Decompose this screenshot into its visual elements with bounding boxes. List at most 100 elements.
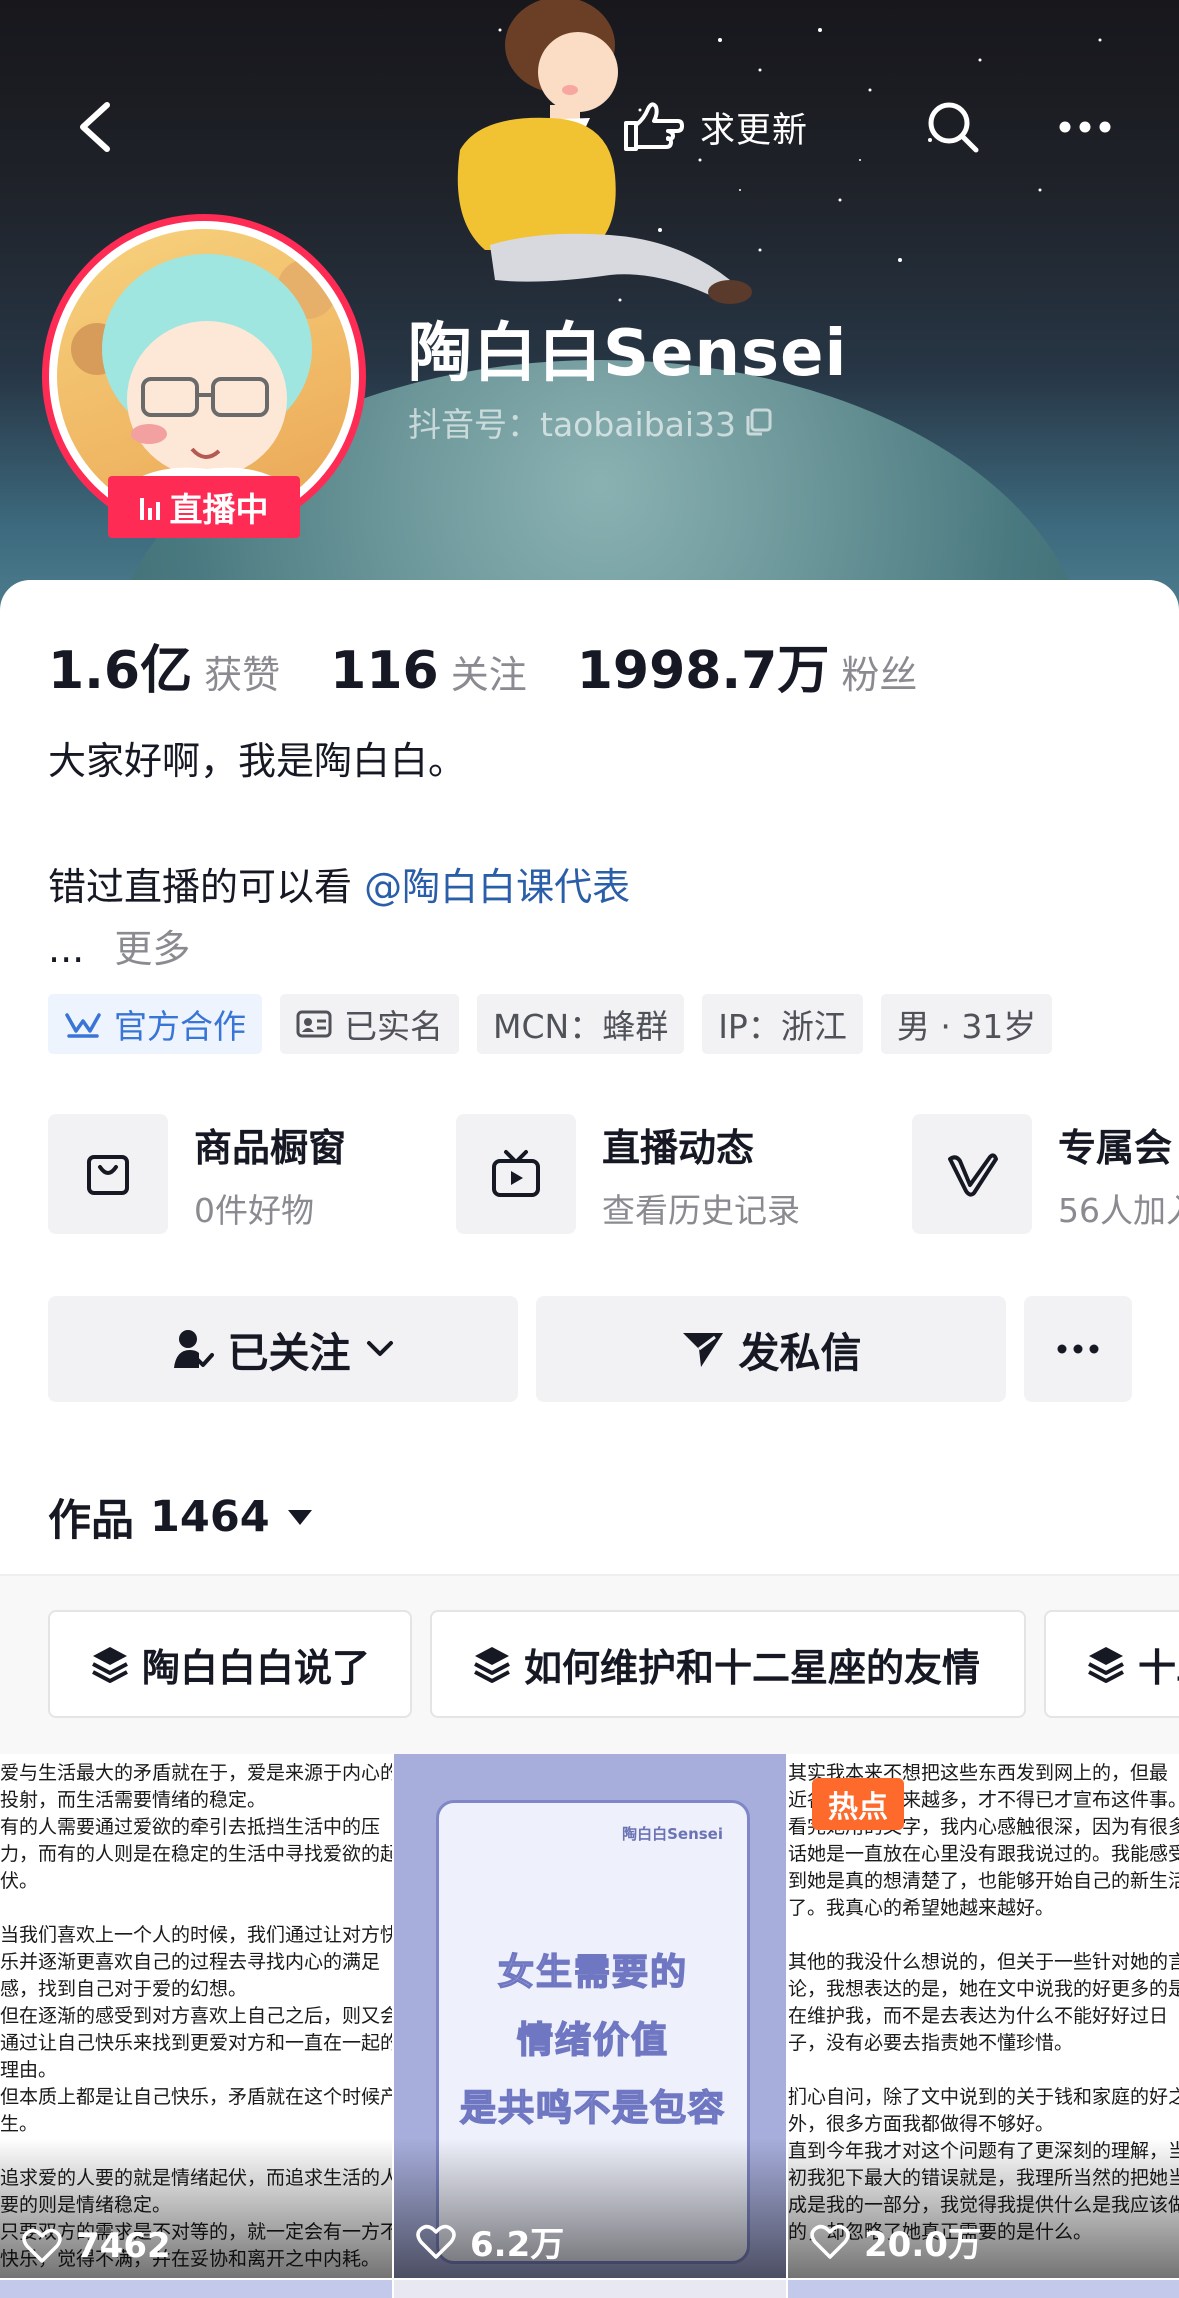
- stat-value: 116: [330, 641, 439, 701]
- video-thumbnail[interactable]: 陶白白Sensei 女生需要的 情绪价值 是共鸣不是包容 6.2万: [394, 1754, 786, 2278]
- thumbnail-text-line: 当我们喜欢上一个人的时候，我们通过让对方快: [0, 1924, 392, 1946]
- followed-label: 已关注: [227, 1329, 351, 1377]
- search-button[interactable]: [918, 92, 988, 162]
- boy-illustration: [457, 0, 752, 304]
- card-title-line: 情绪价值: [516, 2019, 669, 2062]
- thumbnail-text-line: 投射，而生活需要情绪的稳定。: [0, 1789, 267, 1811]
- service-subtitle: 查看历史记录: [602, 1190, 800, 1230]
- tag-official-cooperation[interactable]: 官方合作: [48, 994, 262, 1054]
- bio-line-3: ... 更多: [48, 918, 190, 973]
- douyin-id-text: 抖音号：taobaibai33: [408, 405, 737, 444]
- request-update-button[interactable]: 求更新: [622, 92, 808, 162]
- tag-mcn[interactable]: MCN：蜂群: [477, 994, 685, 1054]
- thumbnail-text-line: 感，找到自己对于爱的幻想。: [0, 1978, 248, 2000]
- service-fan-club[interactable]: 专属会 56人加入: [912, 1114, 1179, 1234]
- collection-chip[interactable]: 十二: [1044, 1610, 1179, 1718]
- heart-icon: [810, 2224, 850, 2259]
- collections-bar: 陶白白白说了 如何维护和十二星座的友情 十二: [0, 1576, 1179, 1754]
- stat-label: 粉丝: [841, 653, 918, 697]
- stat-likes[interactable]: 1.6亿 获赞: [48, 628, 280, 703]
- live-bars-icon: [139, 494, 160, 520]
- layers-icon: [1088, 1647, 1124, 1683]
- bag-icon: [87, 1155, 129, 1195]
- copy-icon[interactable]: [742, 406, 774, 438]
- more-options-button[interactable]: [1050, 92, 1120, 162]
- video-likes: 6.2万: [416, 2217, 564, 2266]
- collection-label: 十二: [1138, 1645, 1179, 1690]
- card-title-line: 是共鸣不是包容: [459, 2087, 726, 2130]
- thumbnail-text-line: 到她是真的想清楚了，也能够开始自己的新生活: [788, 1870, 1179, 1892]
- collection-chip[interactable]: 陶白白白说了: [48, 1610, 412, 1718]
- bio-ellipsis: ...: [48, 927, 85, 971]
- thumbnail-text-line: 伏。: [0, 1870, 39, 1892]
- stat-value: 1.6亿: [48, 641, 193, 701]
- stat-label: 关注: [450, 653, 527, 697]
- thumbnail-text-line: 力，而有的人则是在稳定的生活中寻找爱欲的起: [0, 1843, 392, 1865]
- likes-count: 20.0万: [864, 2225, 982, 2265]
- service-icon-box: [48, 1114, 168, 1234]
- card-brand: 陶白白Sensei: [622, 1825, 723, 1843]
- chevron-left-icon: [80, 102, 110, 152]
- works-tab[interactable]: 作品 1464: [48, 1486, 314, 1548]
- stats-row: 1.6亿 获赞 116 关注 1998.7万 粉丝: [48, 628, 967, 703]
- tag-ip: IP：浙江: [702, 994, 863, 1054]
- more-actions-button[interactable]: [1024, 1296, 1132, 1402]
- thumbnail-text-line: 乐并逐渐更喜欢自己的过程去寻找内心的满足: [0, 1951, 381, 1973]
- live-label: 直播中: [169, 490, 269, 529]
- pointing-hand-icon: [624, 102, 684, 151]
- layers-icon: [474, 1647, 510, 1683]
- layers-icon: [92, 1647, 128, 1683]
- bio-more-link[interactable]: 更多: [114, 927, 190, 971]
- hot-badge: 热点: [812, 1778, 904, 1830]
- service-title: 专属会: [1058, 1125, 1173, 1170]
- video-thumbnail[interactable]: 其实我本来不想把这些东西发到网上的，但最 近各种事情越来越多，才不得已才宣布这件事…: [788, 1754, 1179, 2278]
- heart-icon: [22, 2228, 62, 2263]
- thumbnail-text-line: [0, 1895, 392, 1922]
- send-message-label: 发私信: [738, 1329, 862, 1377]
- thumbnail-text-line: 理由。: [0, 2059, 58, 2081]
- services-row: 商品橱窗 0件好物 直播动态 查看历史记录 专属会 56人加入: [48, 1114, 1179, 1234]
- collection-chip[interactable]: 如何维护和十二星座的友情: [430, 1610, 1026, 1718]
- mention-link[interactable]: @陶白白课代表: [364, 865, 630, 909]
- id-card-icon: [296, 1010, 332, 1038]
- v-badge-icon: [948, 1153, 998, 1197]
- works-count: 1464: [150, 1492, 270, 1542]
- handshake-icon: [65, 1013, 101, 1038]
- action-buttons: 已关注 发私信: [48, 1296, 1179, 1402]
- douyin-id[interactable]: 抖音号：taobaibai33: [408, 398, 774, 446]
- tag-verified[interactable]: 已实名: [280, 994, 459, 1054]
- send-message-button[interactable]: 发私信: [536, 1296, 1006, 1402]
- user-name: 陶白白Sensei: [408, 317, 848, 391]
- live-badge[interactable]: 直播中: [108, 476, 300, 538]
- service-shop-window[interactable]: 商品橱窗 0件好物: [48, 1114, 346, 1234]
- thumbnail-text-line: [788, 2057, 1179, 2084]
- likes-count: 6.2万: [470, 2225, 565, 2265]
- thumbnail-text-line: 但本质上都是让自己快乐，矛盾就在这个时候产: [0, 2086, 392, 2108]
- stat-following[interactable]: 116 关注: [330, 641, 527, 701]
- stat-followers[interactable]: 1998.7万 粉丝: [577, 628, 918, 703]
- service-subtitle: 56人加入: [1058, 1190, 1179, 1230]
- thumbnail-text-line: 话她是一直放在心里没有跟我说过的。我能感受: [788, 1843, 1179, 1865]
- tag-gender-age: 男 · 31岁: [880, 994, 1053, 1054]
- bio-line-2: 错过直播的可以看 @陶白白课代表: [48, 856, 630, 911]
- video-thumbnail[interactable]: 爱与生活最大的矛盾就在于，爱是来源于内心的 投射，而生活需要情绪的稳定。 有的人需要…: [0, 1754, 392, 2278]
- video-grid: 爱与生活最大的矛盾就在于，爱是来源于内心的 投射，而生活需要情绪的稳定。 有的人需要…: [0, 1754, 1179, 2298]
- likes-count: 7462: [76, 2226, 171, 2266]
- thumbnail-text-line: 论，我想表达的是，她在文中说我的好更多的是: [788, 1978, 1179, 2000]
- works-label: 作品: [48, 1496, 134, 1546]
- more-dots-icon: [1057, 1344, 1099, 1354]
- request-update-label: 求更新: [700, 110, 809, 151]
- thumbnail-text-line: [788, 1922, 1179, 1949]
- back-button[interactable]: [60, 92, 130, 162]
- service-title: 商品橱窗: [194, 1125, 347, 1170]
- service-live-history[interactable]: 直播动态 查看历史记录: [456, 1114, 800, 1234]
- thumbnail-text-line: 通过让自己快乐来找到更爱对方和一直在一起的: [0, 2032, 392, 2054]
- thumbnail-text-line: 了。我真心的希望她越来越好。: [788, 1897, 1055, 1919]
- chevron-down-icon: [366, 1341, 393, 1356]
- next-row-thumbnails: [0, 2280, 1179, 2298]
- collection-label: 如何维护和十二星座的友情: [524, 1645, 981, 1690]
- more-dots-icon: [1059, 121, 1111, 133]
- service-subtitle: 0件好物: [194, 1190, 314, 1230]
- thumbnail-text-line: 有的人需要通过爱欲的牵引去抵挡生活中的压: [0, 1816, 381, 1838]
- followed-button[interactable]: 已关注: [48, 1296, 518, 1402]
